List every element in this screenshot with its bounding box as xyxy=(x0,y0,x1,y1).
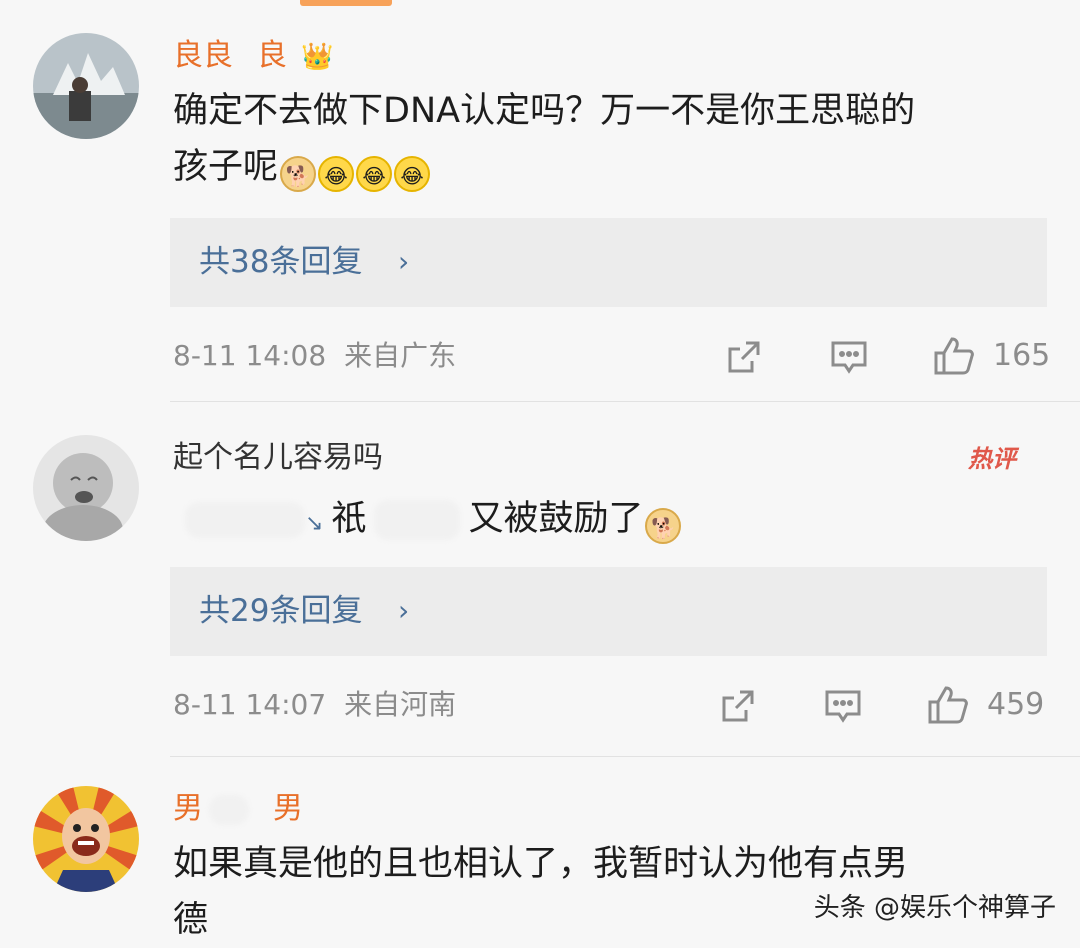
watermark: 头条 @娱乐个神算子 xyxy=(813,893,1056,923)
chevron-right-icon: › xyxy=(398,245,410,278)
avatar[interactable] xyxy=(33,435,139,541)
blurred-mention xyxy=(185,502,305,538)
comment-text: 确定不去做下DNA认定吗？万一不是你王思聪的 孩子呢 🐕 😂 😂 😂 xyxy=(173,83,1043,195)
replies-button[interactable]: 共29条回复 › xyxy=(170,567,1047,656)
laugh-cry-emoji-icon: 😂 xyxy=(356,156,393,192)
doge-emoji-icon: 🐕 xyxy=(645,508,682,544)
hot-comment-badge: 热评 xyxy=(968,445,1016,473)
like-count: 165 xyxy=(993,338,1051,373)
location: 来自河南 xyxy=(344,688,457,721)
like-count: 459 xyxy=(987,687,1045,722)
doge-emoji-icon: 🐕 xyxy=(280,156,317,192)
comment-item: 良良良 👑 确定不去做下DNA认定吗？万一不是你王思聪的 孩子呢 🐕 😂 😂 😂 共38条… xyxy=(0,0,1080,400)
like-icon[interactable] xyxy=(932,335,976,381)
comment-text: ↘ 祇又被鼓励了 🐕 xyxy=(173,491,1043,552)
laugh-cry-emoji-icon: 😂 xyxy=(318,156,355,192)
comment-icon[interactable] xyxy=(823,686,863,730)
avatar[interactable] xyxy=(33,786,139,892)
timestamp: 8-11 14:07 xyxy=(173,688,327,721)
location: 来自广东 xyxy=(344,339,457,372)
repost-icon[interactable] xyxy=(724,337,764,381)
replies-button[interactable]: 共38条回复 › xyxy=(170,218,1047,307)
username[interactable]: 良良良 👑 xyxy=(173,36,333,77)
laugh-cry-emoji-icon: 😂 xyxy=(394,156,431,192)
blurred-text xyxy=(209,794,249,825)
avatar[interactable] xyxy=(33,33,139,139)
username[interactable]: 起个名儿容易吗 xyxy=(173,438,383,478)
repost-icon[interactable] xyxy=(718,686,758,730)
comment-meta: 8-11 14:08 来自广东 xyxy=(173,336,456,376)
comment-item: 起个名儿容易吗 热评 ↘ 祇又被鼓励了 🐕 共29条回复 › 8-11 14:07 来… xyxy=(0,401,1080,756)
blurred-text xyxy=(374,500,461,540)
like-icon[interactable] xyxy=(926,684,970,730)
timestamp: 8-11 14:08 xyxy=(173,339,327,372)
comment-meta: 8-11 14:07 来自河南 xyxy=(173,685,456,725)
username[interactable]: 男男 xyxy=(173,789,303,829)
chevron-right-icon: › xyxy=(398,594,410,627)
crown-badge-icon: 👑 xyxy=(301,41,334,72)
comment-icon[interactable] xyxy=(829,337,869,381)
